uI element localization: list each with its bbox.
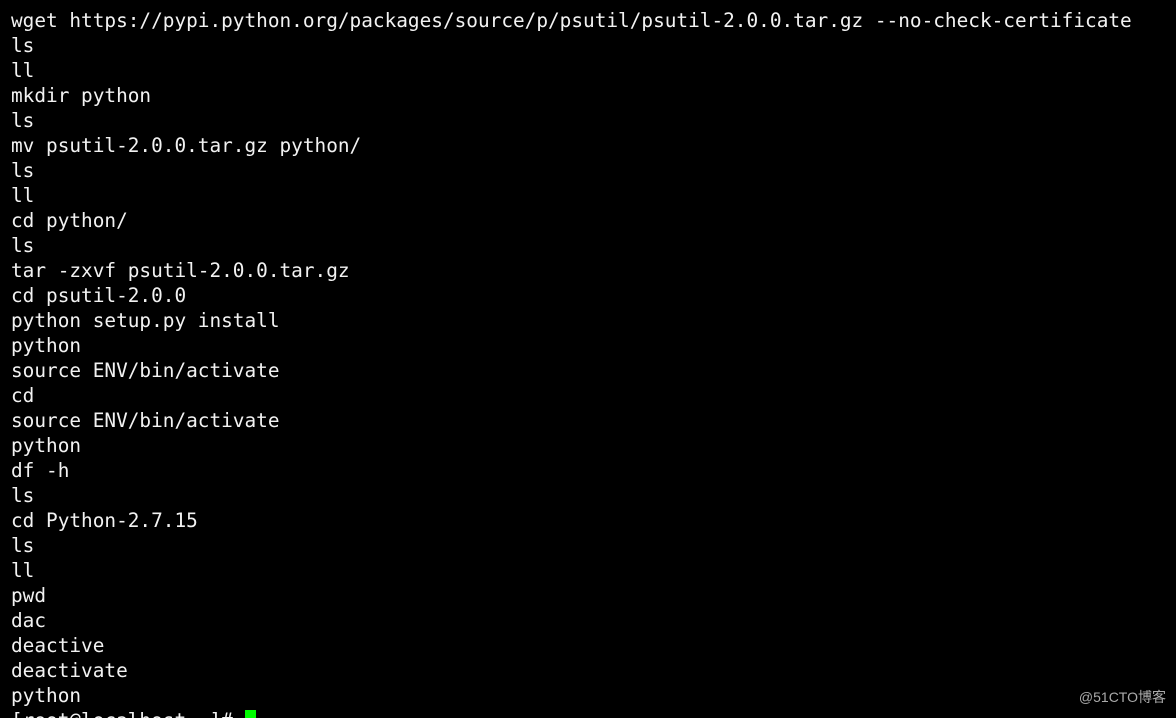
history-line: ls xyxy=(11,34,35,57)
history-line: mv psutil-2.0.0.tar.gz python/ xyxy=(11,134,362,157)
terminal-window[interactable]: wget https://pypi.python.org/packages/so… xyxy=(0,0,1176,718)
history-line: tar -zxvf psutil-2.0.0.tar.gz xyxy=(11,259,350,282)
history-line: source ENV/bin/activate xyxy=(11,359,280,382)
history-line: source ENV/bin/activate xyxy=(11,409,280,432)
history-line: python xyxy=(11,684,82,707)
history-line: deactive xyxy=(11,634,105,657)
terminal-cursor[interactable] xyxy=(244,710,256,718)
history-line: ll xyxy=(11,184,35,207)
history-line: ls xyxy=(11,159,35,182)
history-line: dac xyxy=(11,609,47,632)
terminal-output: wget https://pypi.python.org/packages/so… xyxy=(11,8,1132,718)
history-line: wget https://pypi.python.org/packages/so… xyxy=(11,9,1132,32)
history-line: cd python/ xyxy=(11,209,128,232)
history-line: df -h xyxy=(11,459,70,482)
history-line: ls xyxy=(11,109,35,132)
history-line: ls xyxy=(11,484,35,507)
prompt-line[interactable]: [root@localhost ~]# xyxy=(11,708,1132,718)
history-line: python xyxy=(11,434,82,457)
history-line: cd psutil-2.0.0 xyxy=(11,284,187,307)
history-line: ll xyxy=(11,559,35,582)
history-line: pwd xyxy=(11,584,47,607)
history-line: ls xyxy=(11,234,35,257)
history-line: mkdir python xyxy=(11,84,152,107)
history-line: ll xyxy=(11,59,35,82)
history-line: cd xyxy=(11,384,35,407)
history-line: python xyxy=(11,334,82,357)
history-line: cd Python-2.7.15 xyxy=(11,509,198,532)
history-line: python setup.py install xyxy=(11,309,280,332)
shell-prompt: [root@localhost ~]# xyxy=(11,708,233,718)
watermark: @51CTO博客 xyxy=(1078,689,1166,705)
history-line: deactivate xyxy=(11,659,128,682)
history-line: ls xyxy=(11,534,35,557)
